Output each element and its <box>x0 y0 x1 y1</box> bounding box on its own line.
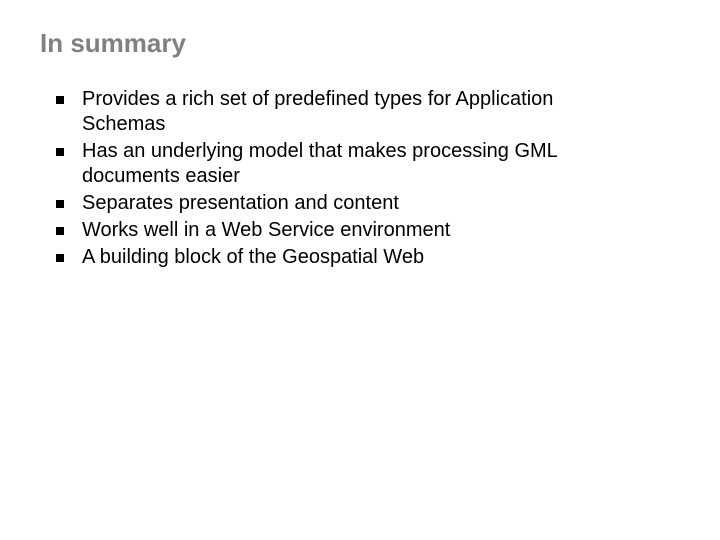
bullet-text: Has an underlying model that makes proce… <box>82 139 680 189</box>
slide-title: In summary <box>40 28 680 59</box>
bullet-text: Separates presentation and content <box>82 191 680 216</box>
square-bullet-icon <box>56 96 64 104</box>
list-item: A building block of the Geospatial Web <box>56 245 680 270</box>
bullet-text: Provides a rich set of predefined types … <box>82 87 680 137</box>
list-item: Has an underlying model that makes proce… <box>56 139 680 189</box>
square-bullet-icon <box>56 148 64 156</box>
list-item: Provides a rich set of predefined types … <box>56 87 680 137</box>
bullet-list: Provides a rich set of predefined types … <box>40 87 680 270</box>
bullet-text: Works well in a Web Service environment <box>82 218 680 243</box>
square-bullet-icon <box>56 200 64 208</box>
list-item: Works well in a Web Service environment <box>56 218 680 243</box>
square-bullet-icon <box>56 254 64 262</box>
list-item: Separates presentation and content <box>56 191 680 216</box>
square-bullet-icon <box>56 227 64 235</box>
bullet-text: A building block of the Geospatial Web <box>82 245 680 270</box>
